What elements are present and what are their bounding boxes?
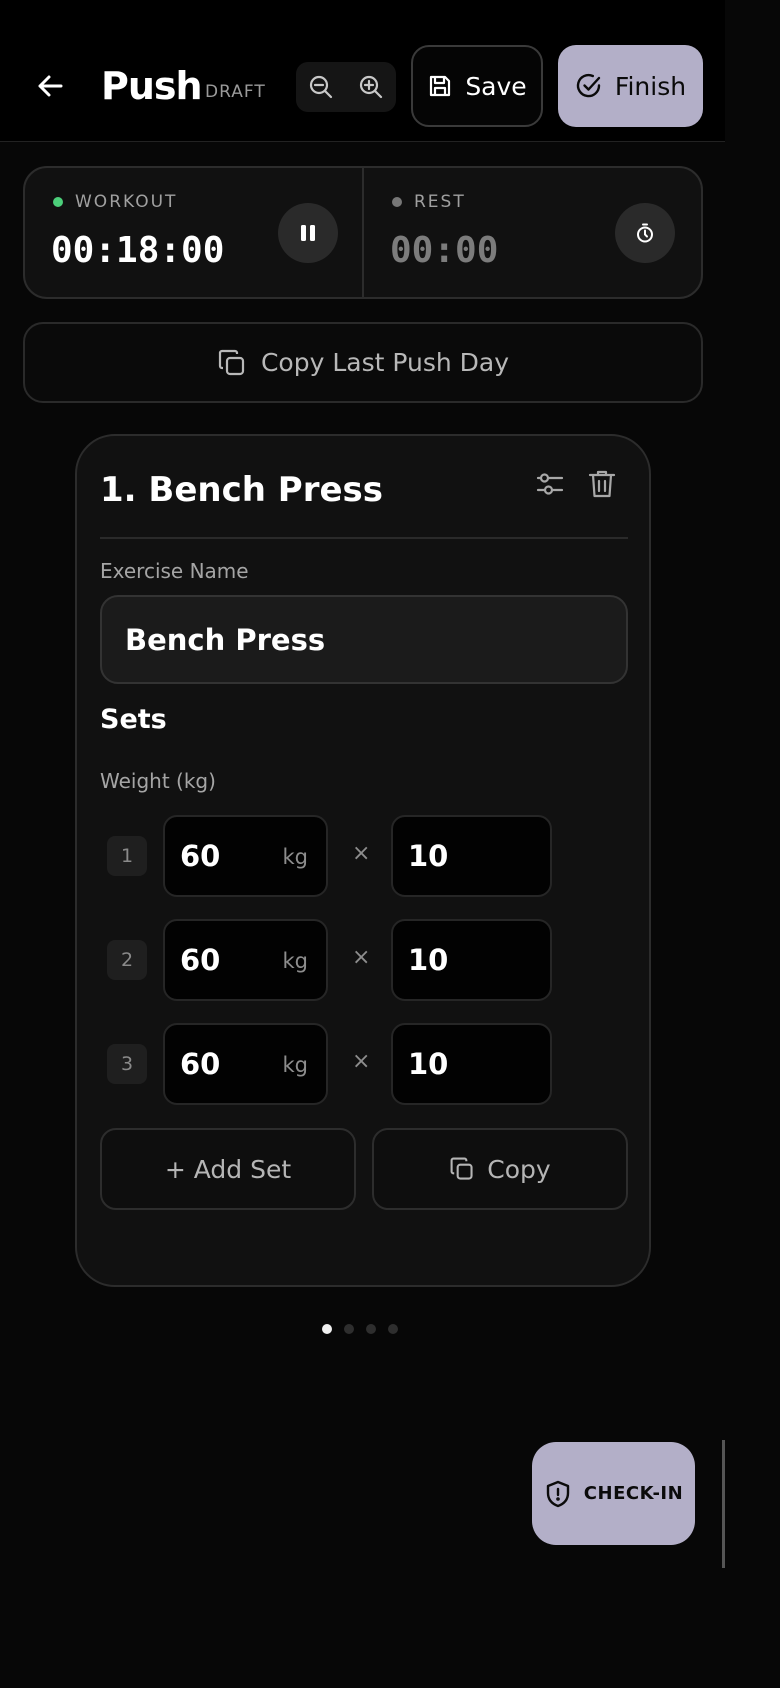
exercise-card: 1. Bench Press Exercise Name Bench Press… (75, 434, 651, 1287)
save-icon (430, 75, 451, 97)
top-bar: Push DRAFT Save Finish (0, 0, 725, 142)
save-label: Save (465, 71, 527, 101)
add-set-label: + Add Set (164, 1154, 292, 1184)
exercise-actions (533, 466, 619, 502)
zoom-out-button[interactable] (303, 69, 339, 105)
arrow-left-icon (38, 75, 63, 97)
set-number: 2 (107, 940, 147, 980)
weight-input[interactable]: 60 kg (163, 815, 328, 897)
check-in-label: CHECK-IN (583, 1483, 684, 1504)
rest-timer: REST 00:00 (364, 168, 701, 297)
rest-timer-button[interactable] (615, 203, 675, 263)
times-sign: × (352, 841, 371, 866)
exercise-name-label: Exercise Name (100, 559, 249, 583)
divider (100, 537, 628, 539)
set-number: 1 (107, 836, 147, 876)
copy-icon (450, 1157, 473, 1180)
finish-label: Finish (614, 71, 687, 101)
shield-alert-icon (546, 1480, 569, 1507)
workout-timer-label: WORKOUT (53, 192, 177, 212)
pause-icon (301, 225, 315, 241)
page-dot[interactable] (344, 1324, 354, 1334)
zoom-controls (296, 62, 396, 112)
set-number: 3 (107, 1044, 147, 1084)
reps-value: 10 (408, 943, 449, 977)
sets-heading: Sets (100, 704, 167, 735)
rest-timer-value: 00:00 (390, 230, 499, 271)
workout-label-text: WORKOUT (75, 192, 178, 212)
rest-label-text: REST (414, 192, 466, 212)
stopwatch-icon (637, 223, 653, 243)
exercise-title: 1. Bench Press (100, 470, 384, 510)
reps-input[interactable]: 10 (391, 1023, 552, 1105)
reps-value: 10 (408, 839, 449, 873)
sliders-icon (536, 473, 564, 495)
exercise-settings-button[interactable] (533, 466, 567, 502)
delete-exercise-button[interactable] (585, 466, 619, 502)
page-dot[interactable] (322, 1324, 332, 1334)
weight-input[interactable]: 60 kg (163, 1023, 328, 1105)
copy-icon (218, 349, 245, 375)
zoom-in-icon (359, 75, 383, 99)
page-title: Push (101, 64, 203, 108)
workout-timer-value: 00:18:00 (51, 230, 225, 271)
timer-card: WORKOUT 00:18:00 REST 00:00 (23, 166, 703, 299)
weight-label: Weight (kg) (100, 769, 216, 793)
weight-input[interactable]: 60 kg (163, 919, 328, 1001)
reps-value: 10 (408, 1047, 449, 1081)
weight-unit: kg (282, 1053, 309, 1077)
copy-last-day-label: Copy Last Push Day (260, 348, 510, 377)
draft-badge: DRAFT (205, 82, 266, 102)
add-set-button[interactable]: + Add Set (100, 1128, 356, 1210)
set-row: 3 60 kg × 10 (107, 1023, 627, 1105)
workout-page: Push DRAFT Save Finish WORKOUT 00:18:00 … (0, 0, 725, 1568)
weight-value: 60 (180, 1047, 221, 1081)
scrollbar[interactable] (722, 1440, 725, 1568)
weight-value: 60 (180, 943, 221, 977)
times-sign: × (352, 945, 371, 970)
status-dot-icon (392, 197, 402, 207)
zoom-in-button[interactable] (353, 69, 389, 105)
set-row: 2 60 kg × 10 (107, 919, 627, 1001)
copy-sets-label: Copy (487, 1154, 551, 1184)
copy-last-day-button[interactable]: Copy Last Push Day (23, 322, 703, 403)
status-dot-icon (53, 197, 63, 207)
page-dot[interactable] (388, 1324, 398, 1334)
exercise-name-input[interactable]: Bench Press (100, 595, 628, 684)
rest-timer-label: REST (392, 192, 466, 212)
check-circle-icon (576, 73, 601, 98)
copy-sets-button[interactable]: Copy (372, 1128, 628, 1210)
trash-icon (588, 470, 616, 498)
check-in-button[interactable]: CHECK-IN (532, 1442, 695, 1545)
workout-timer: WORKOUT 00:18:00 (25, 168, 364, 297)
save-button[interactable]: Save (411, 45, 543, 127)
weight-unit: kg (282, 949, 309, 973)
weight-unit: kg (282, 845, 309, 869)
page-dot[interactable] (366, 1324, 376, 1334)
pagination-dots (322, 1324, 398, 1334)
pause-button[interactable] (278, 203, 338, 263)
reps-input[interactable]: 10 (391, 919, 552, 1001)
back-button[interactable] (30, 66, 70, 106)
zoom-out-icon (309, 75, 333, 99)
finish-button[interactable]: Finish (558, 45, 703, 127)
reps-input[interactable]: 10 (391, 815, 552, 897)
set-row: 1 60 kg × 10 (107, 815, 627, 897)
weight-value: 60 (180, 839, 221, 873)
times-sign: × (352, 1049, 371, 1074)
